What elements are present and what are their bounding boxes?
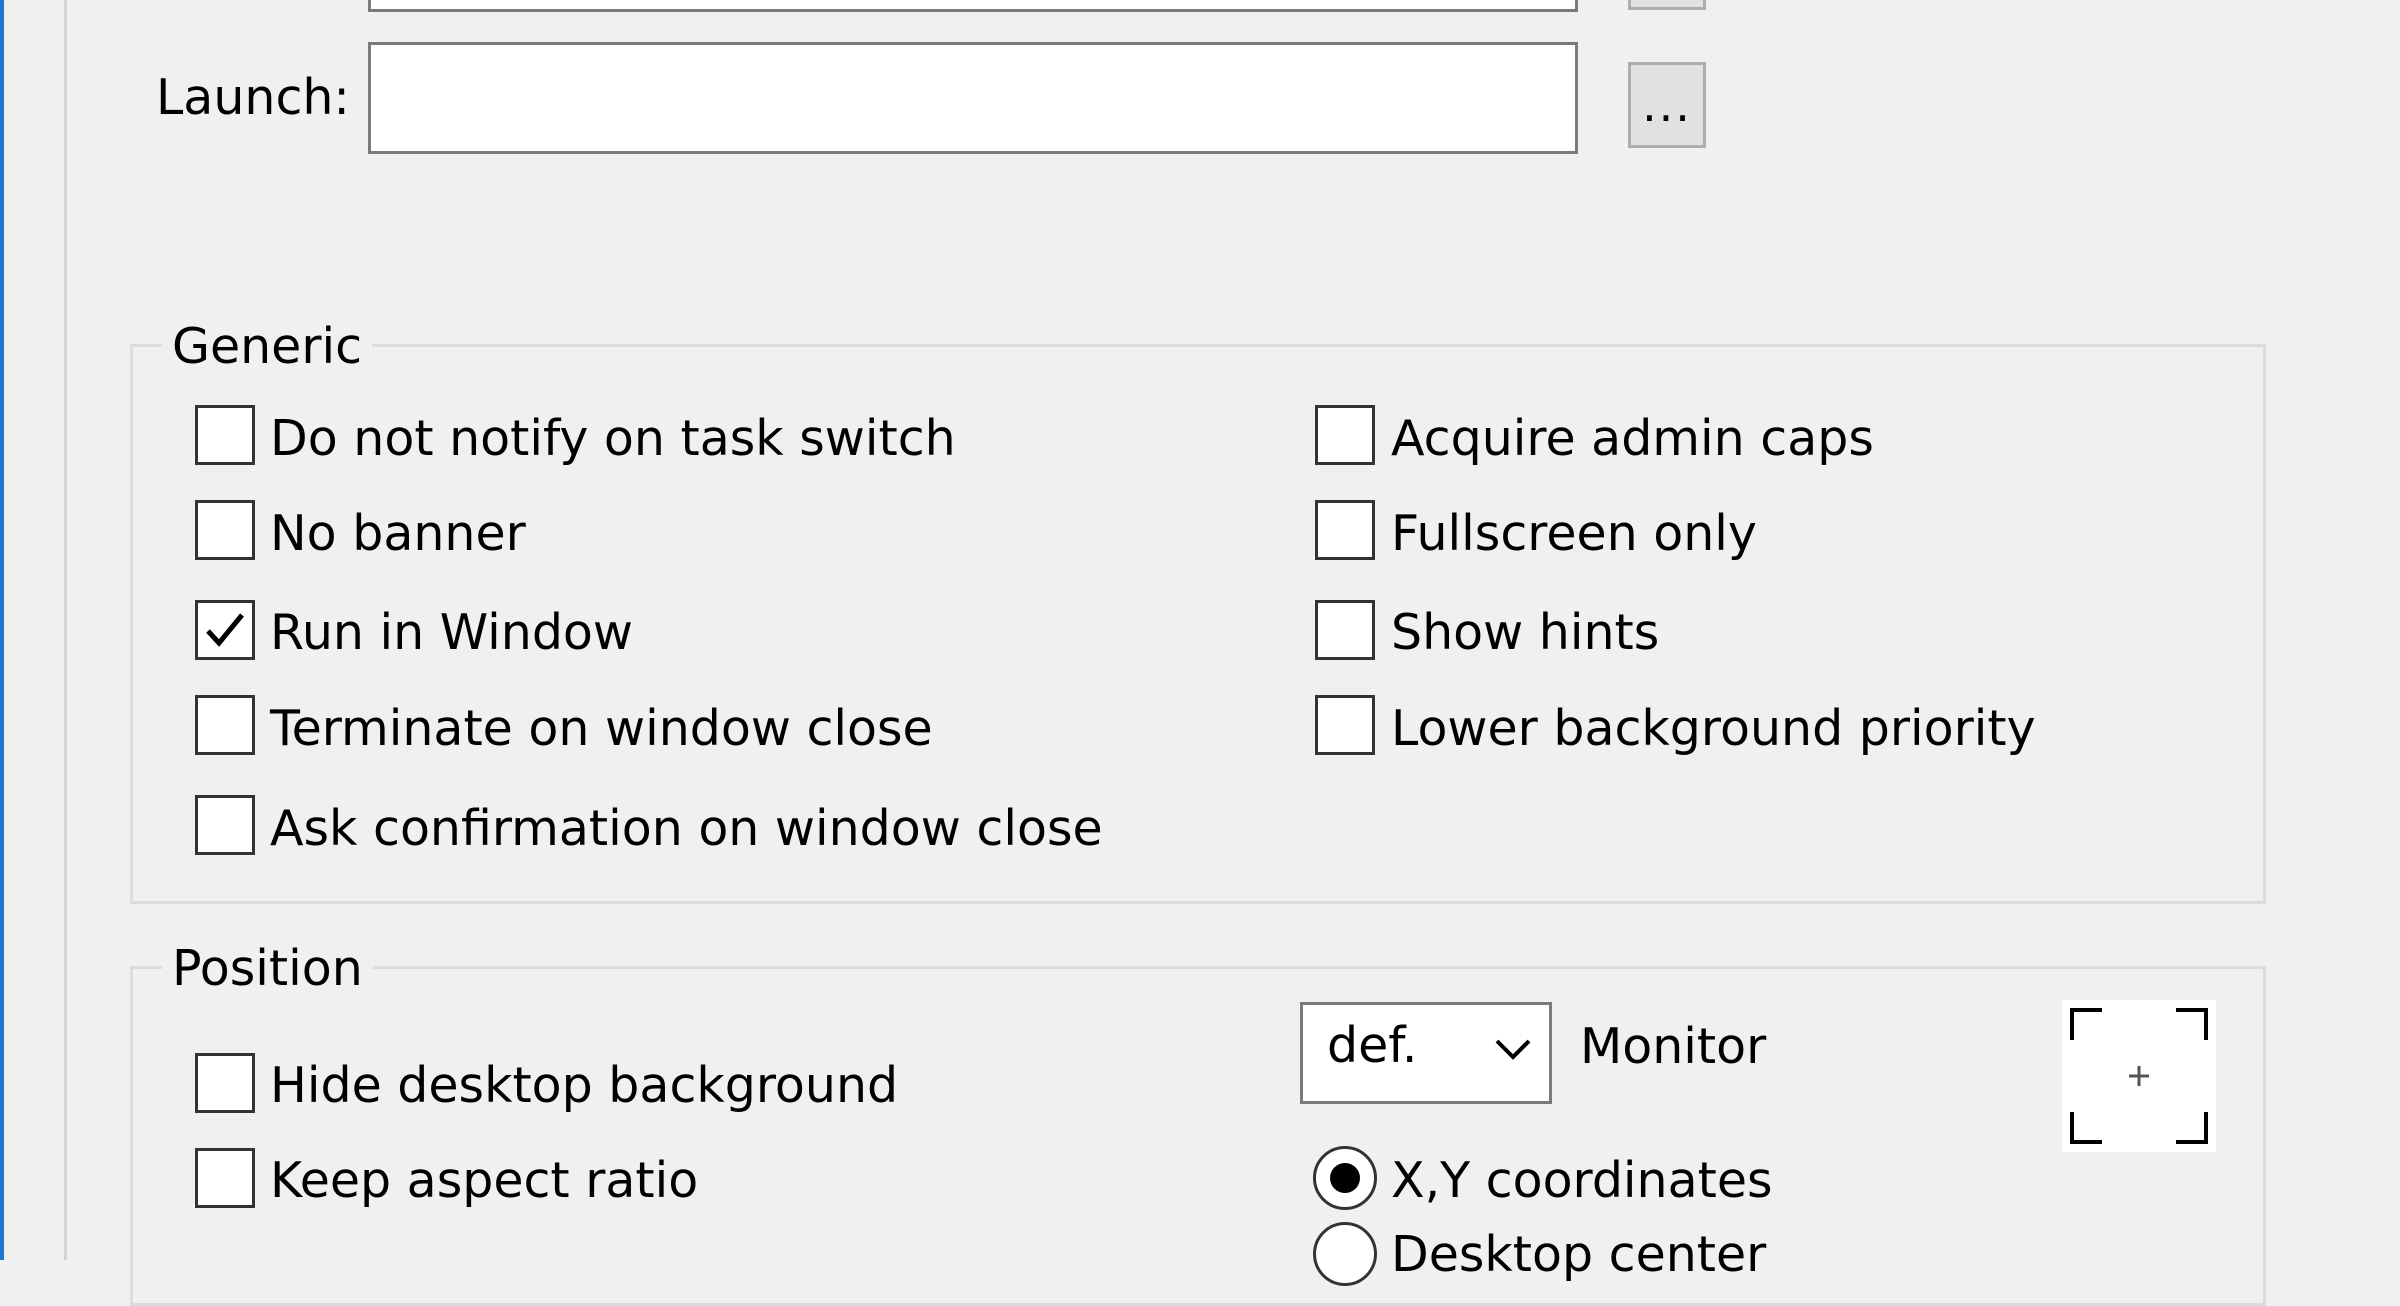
ask-confirmation-label: Ask confirmation on window close <box>270 800 1103 857</box>
panel-separator <box>64 0 67 1260</box>
keep-aspect-ratio-checkbox[interactable] <box>195 1148 255 1208</box>
xy-coordinates-radio[interactable] <box>1313 1146 1377 1210</box>
generic-group-title: Generic <box>162 322 373 371</box>
xy-coordinates-label: X,Y coordinates <box>1391 1152 1773 1209</box>
terminate-on-close-label: Terminate on window close <box>270 700 933 757</box>
desktop-center-radio[interactable] <box>1313 1222 1377 1286</box>
acquire-admin-caps-label: Acquire admin caps <box>1391 410 1874 467</box>
fullscreen-only-checkbox[interactable] <box>1315 500 1375 560</box>
show-hints-checkbox[interactable] <box>1315 600 1375 660</box>
do-not-notify-checkbox[interactable] <box>195 405 255 465</box>
fullscreen-only-label: Fullscreen only <box>1391 505 1757 562</box>
previous-browse-button[interactable] <box>1628 0 1706 10</box>
previous-path-field[interactable] <box>368 0 1578 12</box>
launch-browse-button[interactable]: ... <box>1628 62 1706 148</box>
position-picker-button[interactable] <box>2062 1000 2216 1152</box>
show-hints-label: Show hints <box>1391 604 1660 661</box>
checkmark-icon <box>206 613 244 647</box>
desktop-center-label: Desktop center <box>1391 1226 1767 1283</box>
acquire-admin-caps-checkbox[interactable] <box>1315 405 1375 465</box>
monitor-label: Monitor <box>1580 1018 1767 1075</box>
crosshair-frame-icon <box>2070 1008 2208 1144</box>
chevron-down-icon <box>1495 1039 1531 1060</box>
no-banner-checkbox[interactable] <box>195 500 255 560</box>
lower-bg-priority-label: Lower background priority <box>1391 700 2036 757</box>
launch-label: Launch: <box>156 69 350 126</box>
lower-bg-priority-checkbox[interactable] <box>1315 695 1375 755</box>
launch-input[interactable] <box>368 42 1578 154</box>
no-banner-label: No banner <box>270 505 526 562</box>
hide-desktop-bg-checkbox[interactable] <box>195 1053 255 1113</box>
terminate-on-close-checkbox[interactable] <box>195 695 255 755</box>
ask-confirmation-checkbox[interactable] <box>195 795 255 855</box>
keep-aspect-ratio-label: Keep aspect ratio <box>270 1152 699 1209</box>
monitor-select[interactable]: def. <box>1300 1002 1552 1104</box>
window-border <box>0 0 4 1260</box>
monitor-select-value: def. <box>1327 1017 1418 1074</box>
radio-selected-dot <box>1330 1163 1360 1193</box>
position-group <box>130 966 2266 1306</box>
run-in-window-label: Run in Window <box>270 604 633 661</box>
do-not-notify-label: Do not notify on task switch <box>270 410 956 467</box>
run-in-window-checkbox[interactable] <box>195 600 255 660</box>
position-group-title: Position <box>162 944 373 993</box>
hide-desktop-bg-label: Hide desktop background <box>270 1057 899 1114</box>
